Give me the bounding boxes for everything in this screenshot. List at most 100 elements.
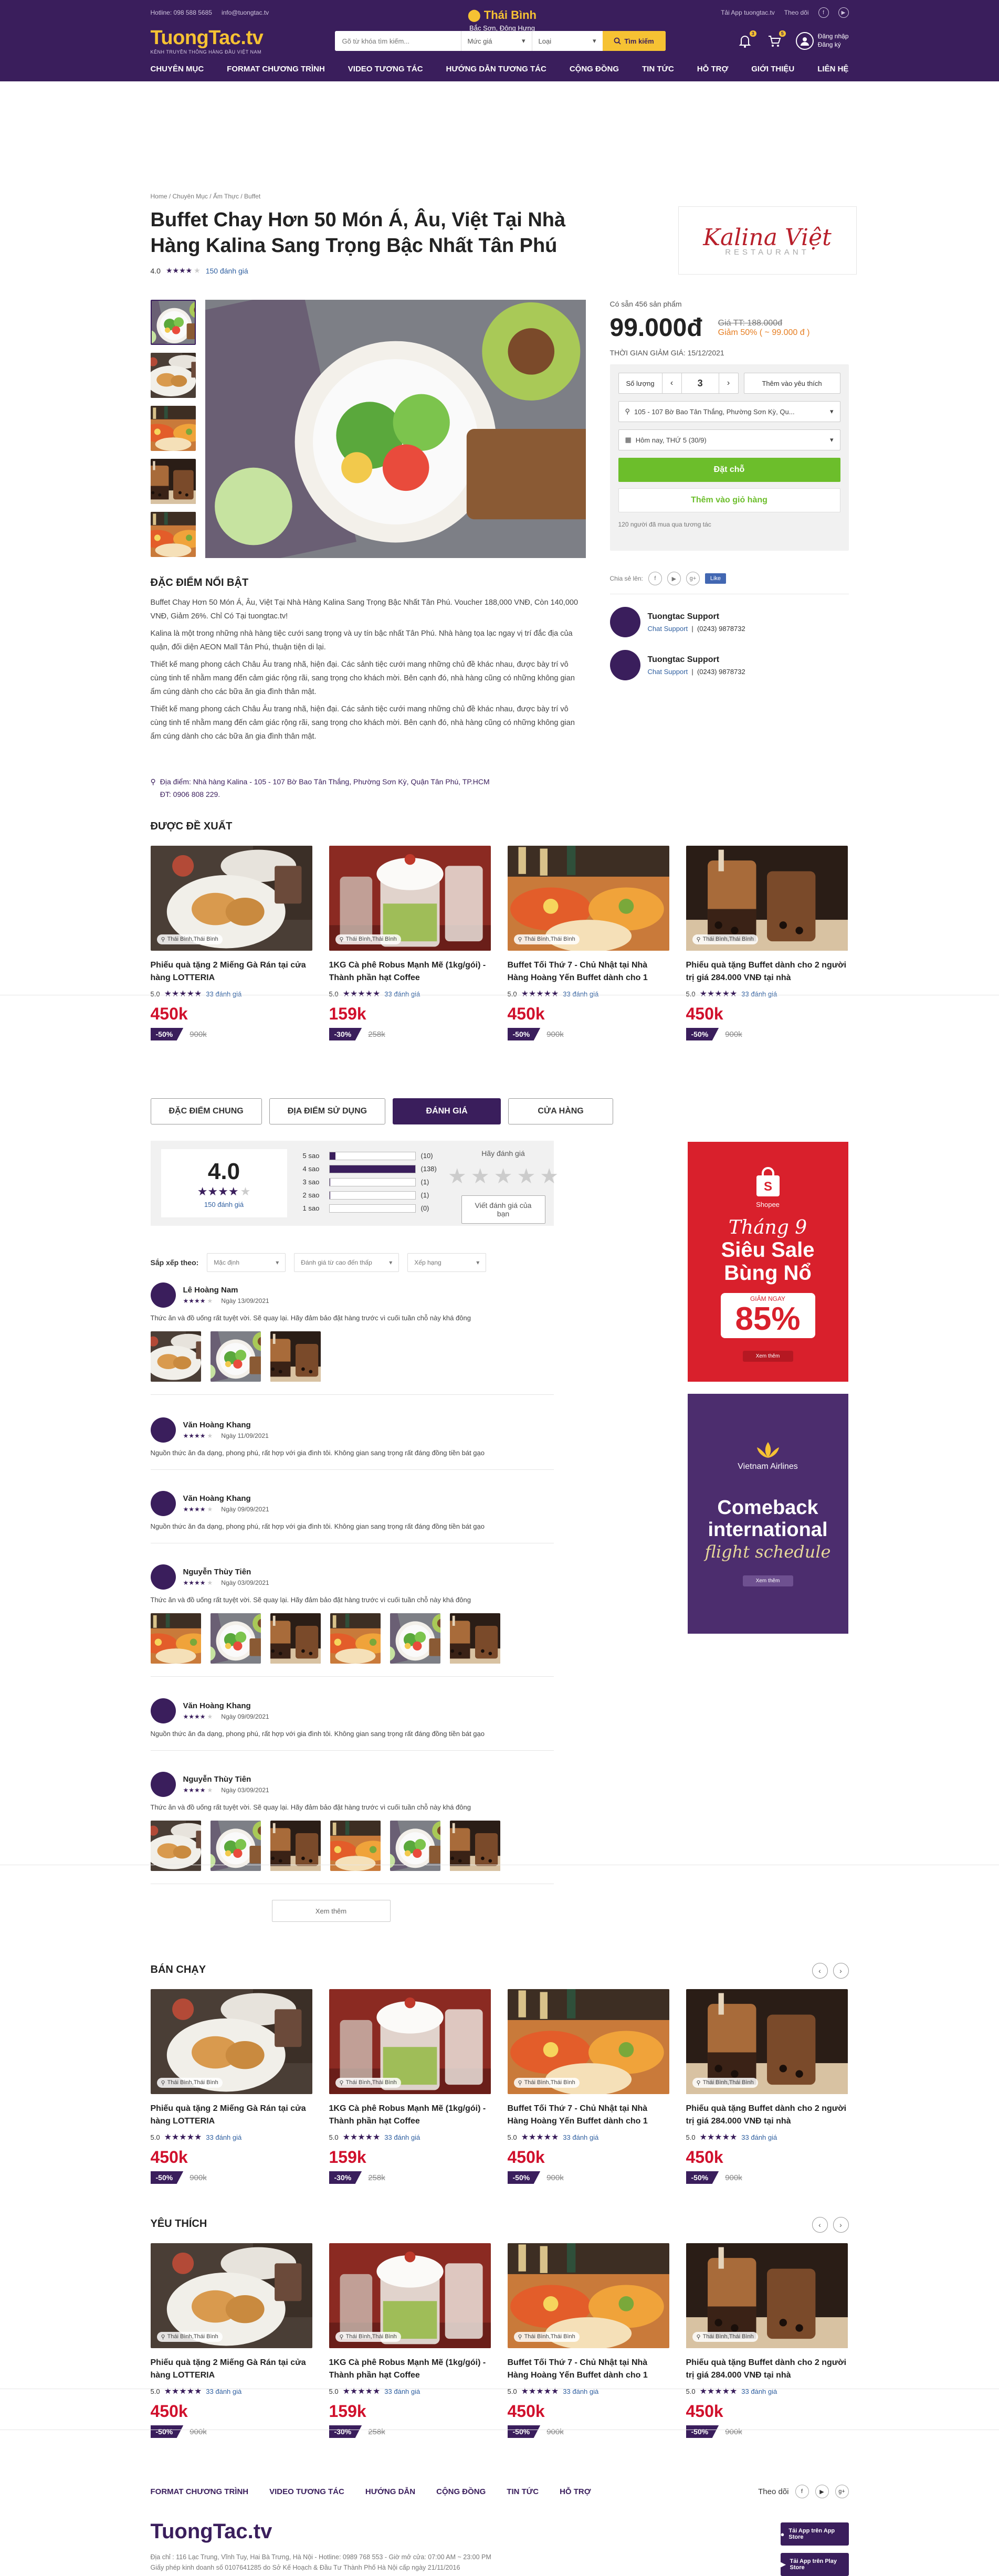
product-card-image[interactable]: ⚲ Thái Bình,Thái Bình [329, 846, 491, 951]
product-card-image[interactable]: ⚲ Thái Bình,Thái Bình [686, 2243, 848, 2348]
nav-item-huong-dan[interactable]: HƯỚNG DẪN TƯƠNG TÁC [446, 65, 546, 73]
product-card-image[interactable]: ⚲ Thái Bình,Thái Bình [150, 2243, 312, 2348]
date-select[interactable]: ▦ Hôm nay, THỨ 5 (30/9) ▾ [618, 429, 840, 450]
product-card-image[interactable]: ⚲ Thái Bình,Thái Bình [686, 1989, 848, 2094]
brand-logo[interactable]: Kalina Việt RESTAURANT [678, 206, 857, 275]
nav-item-chuyen-muc[interactable]: CHUYÊN MỤC [151, 65, 204, 73]
chevron-right-icon[interactable]: › [833, 2217, 849, 2233]
see-more-button[interactable]: Xem thêm [271, 1900, 391, 1922]
nav-item-tin-tuc[interactable]: TIN TỨC [642, 65, 674, 73]
review-photo[interactable] [210, 1821, 261, 1871]
card-title[interactable]: 1KG Cà phê Robus Mạnh Mẽ (1kg/gói) - Thà… [329, 2102, 491, 2128]
play-store-button[interactable]: ▶ Tải App trên Play Store [780, 2553, 849, 2576]
facebook-icon[interactable]: f [648, 572, 662, 585]
card-title[interactable]: Phiếu quà tặng Buffet dành cho 2 người t… [686, 2102, 848, 2128]
tab-stores[interactable]: CỬA HÀNG [508, 1098, 614, 1124]
product-card[interactable]: ⚲ Thái Bình,Thái Bình Phiếu quà tặng Buffe… [686, 846, 848, 1040]
chevron-right-icon[interactable]: › [833, 1963, 849, 1979]
app-store-button[interactable]: ● Tải App trên App Store [780, 2522, 849, 2546]
download-app-link[interactable]: Tải App tuongtac.tv [721, 9, 775, 16]
review-photo[interactable] [210, 1331, 261, 1382]
breadcrumb[interactable]: Home / Chuyên Mục / Ẩm Thực / Buffet [151, 193, 261, 200]
footer-nav-item[interactable]: TIN TỨC [507, 2487, 539, 2496]
product-card[interactable]: ⚲ Thái Bình,Thái Bình Buffet Tối Thứ 7 - C… [507, 1989, 669, 2184]
chevron-left-icon[interactable]: ‹ [812, 2217, 828, 2233]
card-title[interactable]: Phiếu quà tặng Buffet dành cho 2 người t… [686, 2357, 848, 2382]
card-title[interactable]: Phiếu quà tặng Buffet dành cho 2 người t… [686, 959, 848, 984]
decrease-button[interactable]: ‹ [663, 378, 681, 388]
nav-item-format[interactable]: FORMAT CHƯƠNG TRÌNH [227, 65, 325, 73]
product-card-image[interactable]: ⚲ Thái Bình,Thái Bình [329, 1989, 491, 2094]
book-button[interactable]: Đặt chỗ [618, 458, 840, 482]
product-card-image[interactable]: ⚲ Thái Bình,Thái Bình [507, 2243, 669, 2348]
product-card[interactable]: ⚲ Thái Bình,Thái Bình Phiếu quà tặng 2 Miế… [150, 1989, 312, 2184]
quantity-value[interactable]: 3 [681, 373, 719, 393]
shopee-ad-banner[interactable]: S Shopee Tháng 9 Siêu Sale Bùng Nổ GIẢM … [687, 1142, 848, 1382]
review-photo[interactable] [270, 1613, 321, 1664]
nav-item-ho-tro[interactable]: HỖ TRỢ [697, 65, 728, 73]
review-photo[interactable] [330, 1613, 381, 1664]
review-photo[interactable] [449, 1613, 500, 1664]
review-photo[interactable] [150, 1331, 201, 1382]
footer-nav-item[interactable]: HƯỚNG DẪN [365, 2487, 415, 2496]
card-title[interactable]: Buffet Tối Thứ 7 - Chủ Nhật tại Nhà Hàng… [508, 959, 669, 984]
product-main-image[interactable] [205, 300, 586, 558]
nav-item-video[interactable]: VIDEO TƯƠNG TÁC [348, 65, 423, 73]
facebook-like-button[interactable]: Like [704, 573, 727, 584]
product-card-image[interactable]: ⚲ Thái Bình,Thái Bình [150, 1989, 312, 2094]
notification-button[interactable]: 3 [737, 30, 756, 49]
sort-default-select[interactable]: Mặc định ▾ [207, 1253, 286, 1272]
thumbnail[interactable] [150, 459, 196, 504]
product-card[interactable]: ⚲ Thái Bình,Thái Bình Buffet Tối Thứ 7 - C… [507, 846, 669, 1040]
product-card[interactable]: ⚲ Thái Bình,Thái Bình Phiếu quà tặng 2 Miế… [150, 2243, 312, 2438]
register-link[interactable]: Đăng ký [818, 41, 849, 49]
product-card-image[interactable]: ⚲ Thái Bình,Thái Bình [507, 846, 669, 951]
location-selector[interactable]: ⬤ Thái Bình Bắc Sơn, Đông Hưng [442, 8, 563, 32]
product-card[interactable]: ⚲ Thái Bình,Thái Bình Phiếu quà tặng 2 Miế… [150, 846, 312, 1040]
thumbnail[interactable] [150, 353, 196, 398]
support-contact[interactable]: Tuongtac Support Chat Support | (0243) 9… [609, 650, 849, 680]
tab-reviews[interactable]: ĐÁNH GIÁ [393, 1098, 501, 1124]
ad-cta-button[interactable]: Xem thêm [742, 1351, 793, 1362]
nav-item-gioi-thieu[interactable]: GIỚI THIỆU [751, 65, 794, 73]
review-count-link[interactable]: 150 đánh giá [206, 267, 248, 275]
increase-button[interactable]: › [719, 378, 738, 388]
email-link[interactable]: info@tuongtac.tv [222, 9, 269, 16]
facebook-icon[interactable]: f [795, 2485, 809, 2498]
review-photo[interactable] [270, 1331, 321, 1382]
sort-rating-select[interactable]: Đánh giá từ cao đến thấp ▾ [294, 1253, 399, 1272]
cart-button[interactable]: 5 [766, 30, 786, 49]
footer-logo[interactable]: TuongTac.tv [151, 2520, 272, 2543]
type-select[interactable]: Loại ▾ [531, 31, 603, 51]
thumbnail[interactable] [150, 300, 196, 345]
chevron-left-icon[interactable]: ‹ [812, 1963, 828, 1979]
footer-nav-item[interactable]: FORMAT CHƯƠNG TRÌNH [151, 2487, 249, 2496]
review-photo[interactable] [449, 1821, 500, 1871]
card-title[interactable]: 1KG Cà phê Robus Mạnh Mẽ (1kg/gói) - Thà… [329, 2357, 491, 2382]
youtube-icon[interactable]: ▶ [667, 572, 681, 585]
search-button[interactable]: Tìm kiếm [602, 31, 666, 51]
review-photo[interactable] [150, 1613, 201, 1664]
product-card-image[interactable]: ⚲ Thái Bình,Thái Bình [507, 1989, 669, 2094]
product-card[interactable]: ⚲ Thái Bình,Thái Bình Buffet Tối Thứ 7 - C… [507, 2243, 669, 2438]
review-photo[interactable] [390, 1821, 440, 1871]
card-title[interactable]: Buffet Tối Thứ 7 - Chủ Nhật tại Nhà Hàng… [508, 2357, 669, 2382]
facebook-icon[interactable]: f [818, 7, 829, 18]
wishlist-button[interactable]: Thêm vào yêu thích [743, 373, 840, 394]
tab-locations[interactable]: ĐỊA ĐIỂM SỬ DỤNG [269, 1098, 386, 1124]
card-title[interactable]: Phiếu quà tặng 2 Miếng Gà Rán tại cửa hà… [151, 959, 312, 984]
card-title[interactable]: Phiếu quà tặng 2 Miếng Gà Rán tại cửa hà… [151, 2357, 312, 2382]
footer-nav-item[interactable]: CỘNG ĐỒNG [436, 2487, 486, 2496]
login-link[interactable]: Đăng nhập [818, 33, 849, 41]
search-input[interactable] [334, 31, 461, 51]
product-card[interactable]: ⚲ Thái Bình,Thái Bình Phiếu quà tặng Buffe… [686, 2243, 848, 2438]
nav-item-lien-he[interactable]: LIÊN HỆ [817, 65, 848, 73]
star-input[interactable]: ★ ★ ★ ★ ★ [448, 1166, 559, 1187]
card-title[interactable]: Phiếu quà tặng 2 Miếng Gà Rán tại cửa hà… [151, 2102, 312, 2128]
review-photo[interactable] [270, 1821, 321, 1871]
product-card-image[interactable]: ⚲ Thái Bình,Thái Bình [686, 846, 848, 951]
ad-cta-button[interactable]: Xem thêm [742, 1575, 793, 1586]
review-photo[interactable] [330, 1821, 381, 1871]
support-contact[interactable]: Tuongtac Support Chat Support | (0243) 9… [609, 607, 849, 637]
nav-item-cong-dong[interactable]: CỘNG ĐỒNG [570, 65, 619, 73]
